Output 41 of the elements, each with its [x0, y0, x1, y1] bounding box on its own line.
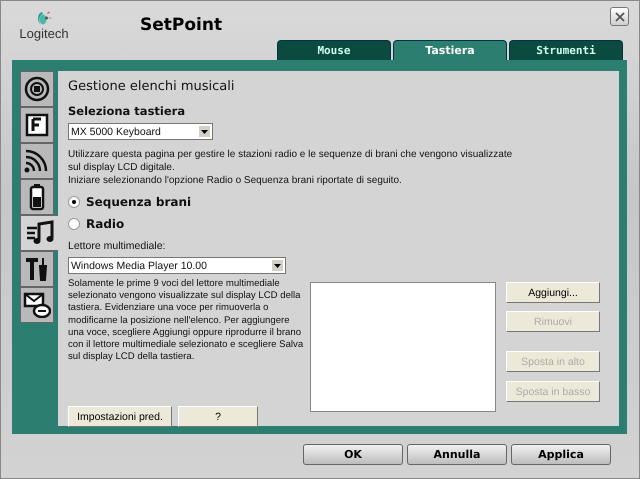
key-icon — [25, 113, 49, 137]
list-button[interactable]: Aggiungi... — [506, 282, 600, 303]
track-list[interactable] — [310, 282, 496, 412]
close-icon — [614, 12, 624, 22]
section-label: Seleziona tastiera — [68, 104, 186, 118]
caret-icon — [274, 264, 281, 268]
field-label: Lettore multimediale: — [68, 240, 166, 252]
sidebar-item[interactable] — [20, 287, 54, 323]
description-text: Utilizzare questa pagina per gestire le stazioni radio e le sequenze di brani che vengono visualizzate sul display LCD digitale. — [68, 148, 514, 174]
logo-text: Logitech — [19, 26, 69, 41]
music-note-icon — [24, 220, 54, 246]
radio-button[interactable] — [68, 218, 80, 230]
keyboard-dropdown[interactable]: MX 5000 Keyboard — [68, 123, 213, 140]
sidebar-item[interactable] — [20, 143, 54, 179]
mail-icon — [23, 292, 51, 318]
description-text: Iniziare selezionando l'opzione Radio o Sequenza brani riportate di seguito. — [68, 174, 403, 187]
panel-button[interactable]: Impostazioni pred. — [68, 406, 172, 427]
battery-icon — [29, 183, 45, 211]
disc-icon — [24, 76, 50, 102]
help-text: Solamente le prime 9 voci del lettore multimediale selezionato vengono visualizzate sul display LCD della tastiera. Evidenziare una voce per rimuoverla o modificarne la posizione nell'elenco. Per aggiungere una voce, scegliere Aggiungi oppure riprodurre il brano con il lettore multimediale selezionato e scegliere Salva sul display LCD della tastiera. — [68, 278, 304, 364]
caret-icon — [201, 130, 208, 134]
tab[interactable]: Strumenti — [509, 40, 623, 60]
tools-icon — [24, 256, 50, 282]
dialog-button[interactable]: Applica — [511, 444, 611, 465]
radio-button[interactable] — [68, 196, 80, 208]
tab[interactable]: Tastiera — [393, 40, 507, 60]
tab[interactable]: Mouse — [277, 40, 391, 60]
dialog-button[interactable]: Annulla — [407, 444, 507, 465]
panel-button[interactable]: ? — [178, 406, 258, 427]
sidebar-item[interactable] — [20, 107, 54, 143]
sidebar-item[interactable] — [20, 71, 54, 107]
radio-label[interactable]: Radio — [86, 217, 124, 231]
sidebar-item[interactable] — [20, 179, 54, 215]
close-button[interactable] — [610, 7, 629, 26]
dialog-button[interactable]: OK — [303, 444, 403, 465]
sidebar-item[interactable] — [20, 215, 58, 251]
window-title: SetPoint — [140, 15, 222, 37]
player-dropdown[interactable]: Windows Media Player 10.00 — [68, 257, 286, 274]
page-heading: Gestione elenchi musicali — [68, 79, 236, 94]
radio-label[interactable]: Sequenza brani — [86, 195, 192, 209]
sidebar-item[interactable] — [20, 251, 54, 287]
